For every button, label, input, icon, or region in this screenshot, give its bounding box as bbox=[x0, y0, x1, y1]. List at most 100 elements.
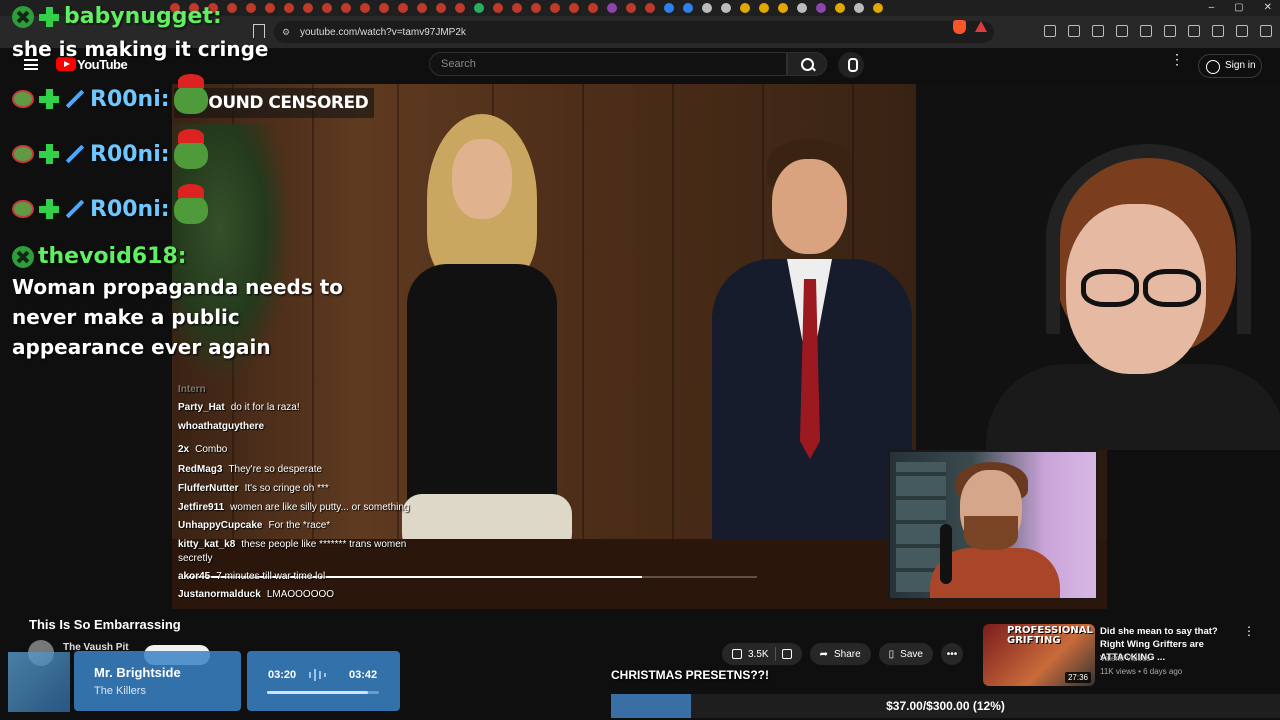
more-actions-button[interactable]: ••• bbox=[940, 643, 963, 665]
chat-username[interactable]: FlufferNutter bbox=[178, 483, 239, 494]
chat-username[interactable]: Justanormalduck bbox=[178, 589, 261, 600]
alert-icon[interactable] bbox=[975, 21, 987, 32]
moderator-badge-icon bbox=[12, 5, 34, 28]
tab-favicon[interactable] bbox=[417, 3, 427, 13]
chat-username[interactable]: kitty_kat_k8 bbox=[178, 539, 235, 550]
microphone bbox=[940, 524, 952, 584]
now-playing-time: 03:20 03:42 bbox=[247, 651, 400, 711]
sign-in-button[interactable]: Sign in bbox=[1198, 54, 1262, 78]
microphone-icon[interactable] bbox=[838, 52, 864, 78]
save-button[interactable]: ▯ Save bbox=[878, 643, 933, 665]
tab-favicon[interactable] bbox=[683, 3, 693, 13]
tab-favicon[interactable] bbox=[588, 3, 598, 13]
tab-favicon[interactable] bbox=[664, 3, 674, 13]
extension-icon[interactable] bbox=[1044, 25, 1056, 37]
brave-shield-icon[interactable] bbox=[953, 20, 966, 34]
tab-favicon[interactable] bbox=[816, 3, 826, 13]
chat-message: Woman propaganda needs to never make a p… bbox=[12, 275, 344, 359]
tab-favicon[interactable] bbox=[759, 3, 769, 13]
chat-message-row: Justanormalduck LMAOOOOOO bbox=[178, 589, 334, 600]
extension-icon[interactable] bbox=[1260, 25, 1272, 37]
donation-goal-amount: $37.00/$300.00 (12%) bbox=[886, 699, 1005, 713]
share-button[interactable]: ➦ Share bbox=[809, 643, 871, 665]
close-icon[interactable]: ✕ bbox=[1264, 2, 1272, 13]
tab-favicon[interactable] bbox=[455, 3, 465, 13]
chat-message-text: They're so desperate bbox=[228, 464, 323, 475]
tab-favicon[interactable] bbox=[531, 3, 541, 13]
chat-username[interactable]: UnhappyCupcake bbox=[178, 520, 262, 531]
tab-favicon[interactable] bbox=[474, 3, 484, 13]
tab-favicon[interactable] bbox=[436, 3, 446, 13]
extension-icon[interactable] bbox=[1092, 25, 1104, 37]
screen: – ▢ ✕ ⚙ youtube.com/watch?v=tamv97JMP2k bbox=[0, 0, 1280, 720]
search-icon[interactable] bbox=[787, 52, 827, 76]
pepe-santa-emote-icon bbox=[173, 184, 208, 224]
tab-favicon[interactable] bbox=[246, 3, 256, 13]
tab-favicon[interactable] bbox=[626, 3, 636, 13]
tab-favicon[interactable] bbox=[550, 3, 560, 13]
minimize-icon[interactable]: – bbox=[1209, 2, 1215, 13]
chat-message-text: these people like ******* trans women bbox=[241, 539, 407, 550]
chat-username[interactable]: Jetfire911 bbox=[178, 502, 224, 513]
tab-favicon[interactable] bbox=[284, 3, 294, 13]
extension-icon[interactable] bbox=[1212, 25, 1224, 37]
chat-message-text: It's so cringe oh *** bbox=[244, 483, 329, 494]
tab-favicon[interactable] bbox=[740, 3, 750, 13]
tab-favicon[interactable] bbox=[227, 3, 237, 13]
tab-favicon[interactable] bbox=[607, 3, 617, 13]
chat-username[interactable]: Party_Hat bbox=[178, 402, 225, 413]
song-title: Mr. Brightside bbox=[94, 665, 181, 680]
recommended-video-thumbnail[interactable]: PROFESSIONAL GRIFTING 27:36 bbox=[983, 624, 1095, 686]
extension-icon[interactable] bbox=[1140, 25, 1152, 37]
chat-username[interactable]: Intern bbox=[178, 384, 206, 395]
tab-favicon[interactable] bbox=[379, 3, 389, 13]
song-artist: The Killers bbox=[94, 685, 146, 697]
url-field[interactable]: ⚙ youtube.com/watch?v=tamv97JMP2k bbox=[274, 21, 994, 43]
thumbnail-text: PROFESSIONAL GRIFTING bbox=[1007, 625, 1093, 646]
tab-favicon[interactable] bbox=[341, 3, 351, 13]
extension-icon[interactable] bbox=[1188, 25, 1200, 37]
chat-username[interactable]: whoathatguythere bbox=[178, 421, 264, 432]
site-info-icon[interactable]: ⚙ bbox=[282, 27, 290, 38]
search-input[interactable]: Search bbox=[429, 52, 787, 76]
tab-favicon[interactable] bbox=[778, 3, 788, 13]
tab-favicon[interactable] bbox=[873, 3, 883, 13]
sword-badge-icon bbox=[64, 88, 86, 110]
chat-username[interactable]: akor45 bbox=[178, 571, 210, 582]
tab-favicon[interactable] bbox=[322, 3, 332, 13]
extension-icon[interactable] bbox=[1164, 25, 1176, 37]
maximize-icon[interactable]: ▢ bbox=[1234, 2, 1243, 13]
tab-favicon[interactable] bbox=[398, 3, 408, 13]
extension-icon[interactable] bbox=[1236, 25, 1248, 37]
like-button[interactable]: 3.5K bbox=[722, 643, 802, 665]
video-webcam-inset bbox=[888, 450, 1098, 600]
chat-username[interactable]: RedMag3 bbox=[178, 464, 222, 475]
pepe-santa-emote-icon bbox=[173, 74, 208, 114]
thumbs-down-icon[interactable] bbox=[781, 649, 792, 659]
tab-favicon[interactable] bbox=[702, 3, 712, 13]
chat-message-row: RedMag3 They're so desperate bbox=[178, 464, 322, 475]
recommended-video-channel[interactable]: Valenti Videos bbox=[1100, 654, 1150, 663]
tab-favicon[interactable] bbox=[360, 3, 370, 13]
more-options-icon[interactable]: ⋮ bbox=[1243, 624, 1255, 638]
tab-favicon[interactable] bbox=[645, 3, 655, 13]
tab-favicon[interactable] bbox=[797, 3, 807, 13]
plus-badge-icon bbox=[38, 6, 60, 28]
window-controls: – ▢ ✕ bbox=[1209, 2, 1272, 13]
tab-favicon[interactable] bbox=[721, 3, 731, 13]
tab-favicon[interactable] bbox=[854, 3, 864, 13]
tab-favicon[interactable] bbox=[303, 3, 313, 13]
beard bbox=[964, 516, 1018, 550]
tab-favicon[interactable] bbox=[493, 3, 503, 13]
chat-message-text: do it for la raza! bbox=[230, 402, 300, 413]
moderator-badge-icon bbox=[12, 245, 34, 268]
chat-username[interactable]: 2x bbox=[178, 444, 189, 455]
extension-icon[interactable] bbox=[1116, 25, 1128, 37]
tab-favicon[interactable] bbox=[569, 3, 579, 13]
chat-message: she is making it cringe bbox=[12, 37, 269, 61]
tab-favicon[interactable] bbox=[512, 3, 522, 13]
tab-favicon[interactable] bbox=[835, 3, 845, 13]
tab-favicon[interactable] bbox=[265, 3, 275, 13]
more-options-icon[interactable]: ⋮ bbox=[1170, 52, 1184, 66]
extension-icon[interactable] bbox=[1068, 25, 1080, 37]
